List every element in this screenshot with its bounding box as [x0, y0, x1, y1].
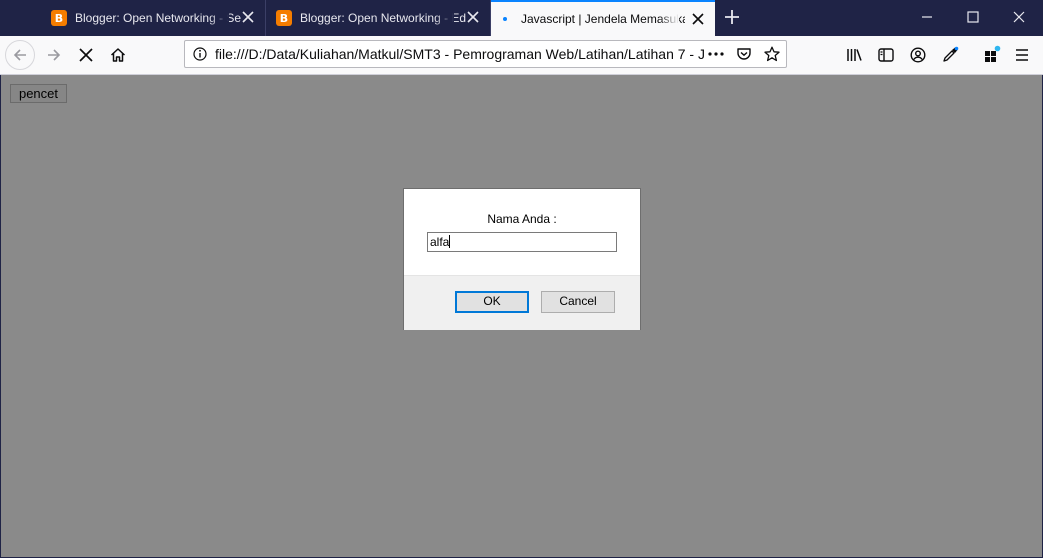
dialog-input-value: alfa	[430, 235, 450, 249]
sidebar-icon[interactable]	[878, 47, 894, 63]
tab-fade	[434, 0, 454, 36]
new-tab-button[interactable]	[716, 0, 748, 34]
stop-button[interactable]	[71, 40, 101, 70]
dialog-prompt-label: Nama Anda :	[487, 212, 557, 226]
dialog-body: Nama Anda : alfa	[404, 189, 640, 275]
page-actions-icon[interactable]	[707, 47, 725, 61]
close-tab-icon[interactable]	[691, 12, 705, 26]
tab-blogger-edit-postingan[interactable]: B Blogger: Open Networking - Edit postin…	[266, 0, 491, 36]
text-caret	[449, 235, 451, 248]
tab-fade	[659, 2, 679, 36]
blogger-icon: B	[276, 10, 292, 26]
maximize-button[interactable]	[950, 0, 996, 34]
ok-button[interactable]: OK	[455, 291, 529, 313]
bookmark-star-icon[interactable]	[764, 46, 780, 62]
prompt-dialog: Nama Anda : alfa OK Cancel	[403, 188, 641, 330]
dialog-footer: OK Cancel	[404, 275, 640, 330]
close-tab-icon[interactable]	[241, 10, 255, 24]
forward-button[interactable]	[39, 40, 69, 70]
page-content-overlay: pencet Nama Anda : alfa OK Cancel	[1, 75, 1042, 557]
loading-dot-icon	[503, 17, 507, 21]
hamburger-menu-icon[interactable]	[1015, 47, 1029, 63]
extensions-icon[interactable]	[983, 45, 1001, 63]
url-bar[interactable]: file:///D:/Data/Kuliahan/Matkul/SMT3 - P…	[184, 40, 787, 68]
tab-blogger-semua-pos[interactable]: B Blogger: Open Networking - Semua pos	[41, 0, 266, 36]
stop-icon	[79, 48, 93, 62]
window-border-left	[0, 75, 1, 558]
info-icon[interactable]	[193, 47, 207, 61]
tab-javascript-jendela[interactable]: Javascript | Jendela Memasukan Data	[491, 0, 715, 36]
home-icon	[110, 48, 126, 62]
back-button[interactable]	[5, 40, 35, 70]
forward-arrow-icon	[48, 49, 61, 61]
cancel-button[interactable]: Cancel	[541, 291, 615, 313]
url-text[interactable]: file:///D:/Data/Kuliahan/Matkul/SMT3 - P…	[215, 41, 705, 67]
navigation-toolbar: file:///D:/Data/Kuliahan/Matkul/SMT3 - P…	[0, 36, 1043, 75]
close-window-button[interactable]	[996, 0, 1042, 34]
minimize-button[interactable]	[904, 0, 950, 34]
library-icon[interactable]	[846, 47, 863, 63]
title-bar: B Blogger: Open Networking - Semua pos B…	[0, 0, 1043, 36]
home-button[interactable]	[103, 40, 133, 70]
dialog-text-input[interactable]: alfa	[427, 232, 617, 252]
close-tab-icon[interactable]	[466, 10, 480, 24]
pocket-icon[interactable]	[736, 46, 752, 62]
eyedropper-icon[interactable]	[942, 46, 959, 63]
blogger-icon: B	[51, 10, 67, 26]
pencet-button[interactable]: pencet	[10, 84, 67, 103]
tab-fade	[209, 0, 229, 36]
account-icon[interactable]	[910, 47, 926, 63]
back-arrow-icon	[13, 49, 26, 61]
